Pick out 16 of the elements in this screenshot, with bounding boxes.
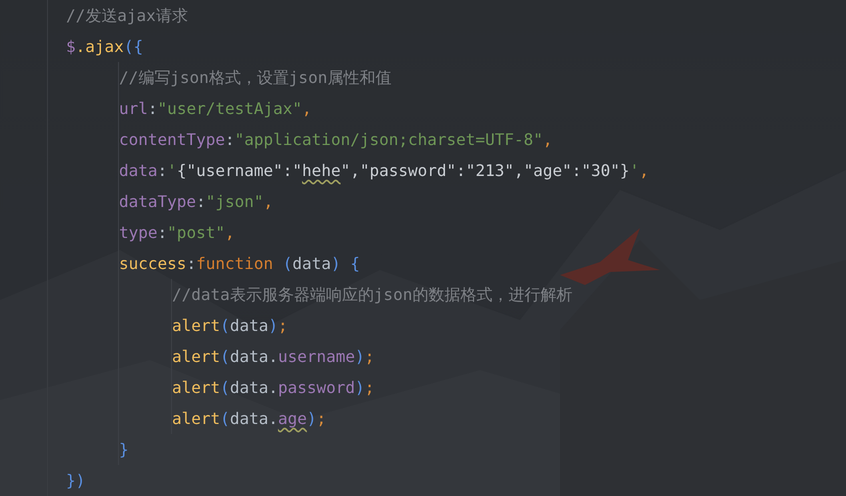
- code-line: success:function (data) {: [119, 253, 361, 275]
- code-line: dataType:"json",: [119, 191, 274, 213]
- code-line: url:"user/testAjax",: [119, 98, 313, 120]
- code-line: alert(data.password);: [172, 377, 376, 399]
- code-line: type:"post",: [119, 222, 236, 244]
- code-line: $.ajax({: [66, 36, 144, 58]
- code-line: }: [119, 439, 130, 461]
- code-line: alert(data.age);: [172, 408, 328, 430]
- code-line: alert(data.username);: [172, 346, 376, 368]
- code-line: data:'{"username":"hehe","password":"213","age":"30"}',: [119, 160, 649, 182]
- code-comment: //编写json格式，设置json属性和值: [119, 67, 392, 89]
- code-line: contentType:"application/json;charset=UTF-8",: [119, 129, 554, 151]
- code-comment: //data表示服务器端响应的json的数据格式，进行解析: [172, 284, 574, 306]
- code-line: alert(data);: [172, 315, 289, 337]
- code-line: }): [66, 470, 86, 492]
- code-comment: //发送ajax请求: [66, 5, 189, 27]
